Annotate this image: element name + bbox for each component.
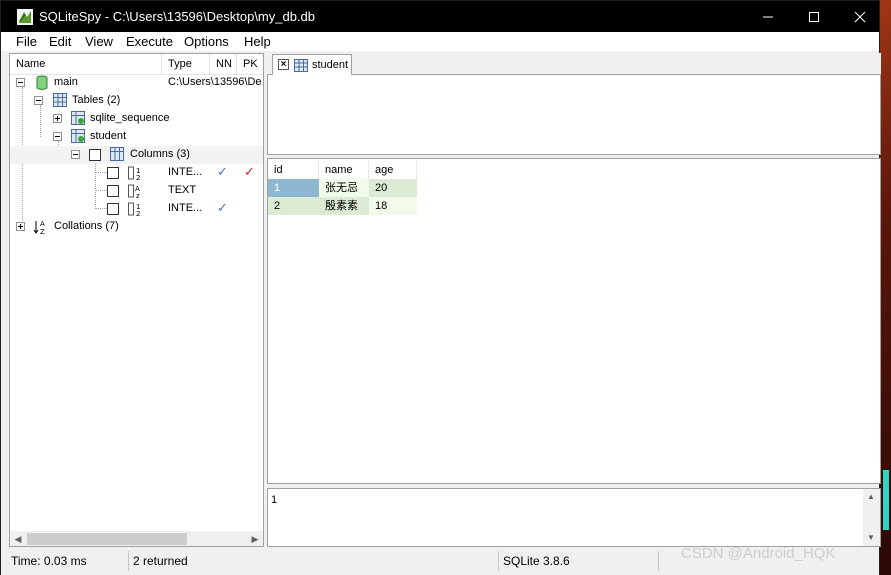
tree-label-tables: Tables (2)	[72, 94, 121, 106]
scroll-left-icon[interactable]: ◀	[13, 534, 23, 544]
sqlitespy-app-icon	[17, 9, 33, 25]
tree-node-sqlite-sequence[interactable]: sqlite_sequence	[10, 110, 263, 128]
column-type: INTE...	[168, 166, 203, 178]
tree-node-column[interactable]: 1 2 INTE... ✓	[10, 200, 263, 218]
column-type: TEXT	[168, 184, 197, 196]
column-header-name[interactable]: Name	[10, 54, 162, 74]
app-window: SQLiteSpy - C:\Users\13596\Desktop\my_db…	[0, 0, 881, 575]
tree-node-collations[interactable]: A Z Collations (7)	[10, 218, 263, 236]
close-icon	[854, 11, 866, 22]
title-bar[interactable]: SQLiteSpy - C:\Users\13596\Desktop\my_db…	[1, 1, 879, 32]
tables-icon	[53, 93, 67, 107]
svg-text:Z: Z	[40, 228, 45, 235]
collapse-toggle[interactable]	[16, 78, 25, 87]
tree-node-main[interactable]: main C:\Users\13596\De	[10, 74, 263, 92]
grid-cell[interactable]: 20	[369, 179, 417, 197]
columns-icon	[110, 147, 124, 161]
tree-label-columns: Columns (3)	[130, 148, 190, 160]
grid-cell[interactable]: 18	[369, 197, 417, 215]
column-checkbox[interactable]	[107, 185, 119, 197]
integer-type-icon: 1 2	[128, 166, 140, 181]
grid-header-age[interactable]: age	[369, 161, 417, 179]
text-type-icon: A z	[128, 184, 140, 199]
integer-type-icon: 1 2	[128, 202, 140, 217]
status-sqlite-version: SQLite 3.8.6	[499, 551, 659, 571]
menu-execute[interactable]: Execute	[126, 34, 173, 49]
not-null-check-icon: ✓	[217, 200, 228, 215]
svg-text:2: 2	[136, 210, 140, 217]
status-returned: 2 returned	[129, 551, 499, 571]
scroll-down-icon[interactable]: ▼	[867, 533, 875, 542]
svg-text:A: A	[40, 220, 45, 228]
tree-node-column[interactable]: A z TEXT	[10, 182, 263, 200]
maximize-button[interactable]	[791, 1, 837, 32]
tree-label-sqlite-sequence: sqlite_sequence	[90, 112, 170, 124]
column-type: INTE...	[168, 202, 203, 214]
sql-editor[interactable]	[267, 75, 881, 155]
column-checkbox[interactable]	[107, 203, 119, 215]
tree-label-student: student	[90, 130, 127, 142]
message-output[interactable]: 1 ▲ ▼	[267, 488, 881, 547]
main-path: C:\Users\13596\De	[168, 76, 262, 88]
minimize-icon	[763, 16, 773, 17]
tree-label-main: main	[54, 76, 78, 88]
grid-cell[interactable]: 2	[268, 197, 319, 215]
svg-text:2: 2	[136, 174, 140, 181]
tree-node-tables[interactable]: Tables (2)	[10, 92, 263, 110]
tab-label: student	[312, 59, 349, 71]
close-button[interactable]	[837, 1, 883, 32]
schema-tree-panel[interactable]: Name Type NN PK main C:\Users\13596\De T…	[9, 53, 264, 547]
tree-node-column[interactable]: 1 2 INTE... ✓ ✓	[10, 164, 263, 182]
minimize-button[interactable]	[745, 1, 791, 32]
grid-cell-selected[interactable]: 1	[268, 179, 319, 197]
scrollbar-thumb[interactable]	[27, 533, 187, 545]
grid-header-name[interactable]: name	[319, 161, 369, 179]
grid-cell[interactable]: 张无忌	[319, 179, 369, 197]
column-header-type[interactable]: Type	[162, 54, 210, 74]
expand-toggle[interactable]	[16, 222, 25, 231]
svg-text:z: z	[136, 192, 140, 199]
desktop-decoration	[883, 470, 889, 530]
close-tab-icon[interactable]: ×	[278, 59, 289, 70]
column-header-nn[interactable]: NN	[210, 54, 237, 74]
scroll-right-icon[interactable]: ▶	[250, 534, 260, 544]
collapse-toggle[interactable]	[53, 132, 62, 141]
menu-options[interactable]: Options	[184, 34, 229, 49]
menu-view[interactable]: View	[85, 34, 113, 49]
table-icon	[71, 129, 85, 143]
tree-horizontal-scrollbar[interactable]: ◀ ▶	[10, 531, 263, 546]
tree-label-collations: Collations (7)	[54, 220, 119, 232]
columns-checkbox[interactable]	[89, 149, 101, 161]
tree-node-columns[interactable]: Columns (3)	[10, 146, 263, 164]
tree-node-student[interactable]: student	[10, 128, 263, 146]
query-tab-strip: × student	[267, 53, 881, 76]
menu-bar: File Edit View Execute Options Help	[1, 32, 879, 52]
window-title: SQLiteSpy - C:\Users\13596\Desktop\my_db…	[39, 9, 316, 24]
collapse-toggle[interactable]	[71, 150, 80, 159]
results-grid[interactable]: id name age 1 张无忌 20 2 殷素素 18	[267, 158, 881, 484]
status-time: Time: 0.03 ms	[7, 551, 129, 571]
menu-help[interactable]: Help	[244, 34, 271, 49]
message-text: 1	[271, 494, 278, 506]
table-icon	[71, 111, 85, 125]
column-checkbox[interactable]	[107, 167, 119, 179]
table-icon	[294, 59, 308, 72]
column-header-pk[interactable]: PK	[237, 54, 263, 74]
menu-edit[interactable]: Edit	[49, 34, 71, 49]
not-null-check-icon: ✓	[217, 164, 228, 179]
message-vertical-scrollbar[interactable]: ▲ ▼	[863, 489, 880, 546]
maximize-icon	[809, 11, 819, 22]
grid-header-id[interactable]: id	[268, 161, 319, 179]
tab-student[interactable]: × student	[272, 54, 352, 76]
database-icon	[36, 75, 48, 90]
collation-sort-icon: A Z	[33, 220, 45, 235]
primary-key-check-icon: ✓	[244, 164, 255, 179]
menu-file[interactable]: File	[16, 34, 37, 49]
collapse-toggle[interactable]	[34, 96, 43, 105]
grid-cell[interactable]: 殷素素	[319, 197, 369, 215]
expand-toggle[interactable]	[53, 114, 62, 123]
watermark: CSDN @Android_HQK	[681, 545, 836, 562]
scroll-up-icon[interactable]: ▲	[867, 492, 875, 501]
